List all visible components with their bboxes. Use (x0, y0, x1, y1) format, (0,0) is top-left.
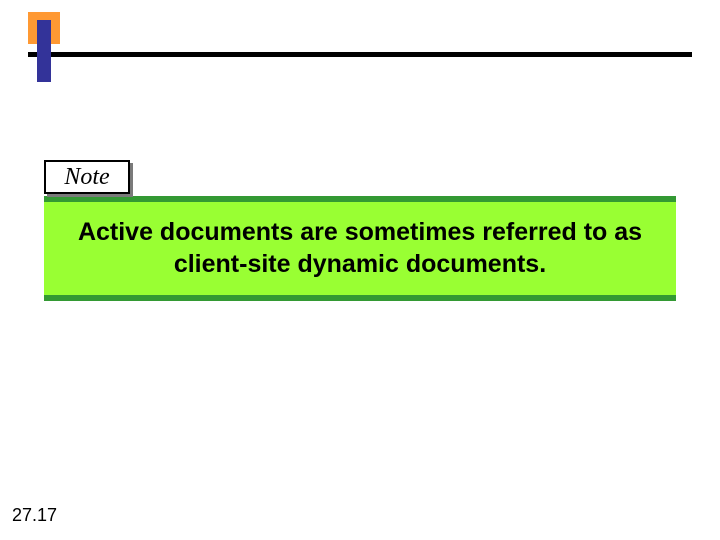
slide-header-decoration (0, 0, 720, 100)
note-body-text: Active documents are sometimes referred … (76, 216, 644, 280)
note-label-box: Note (44, 160, 130, 194)
note-callout: Note Active documents are sometimes refe… (44, 160, 676, 301)
page-number: 27.17 (12, 505, 57, 526)
note-body: Active documents are sometimes referred … (44, 202, 676, 298)
note-label-text: Note (64, 164, 109, 191)
note-label-front: Note (44, 160, 130, 194)
note-bottom-bar (44, 295, 676, 301)
header-divider-line (28, 52, 692, 57)
blue-vertical-accent (37, 20, 51, 82)
